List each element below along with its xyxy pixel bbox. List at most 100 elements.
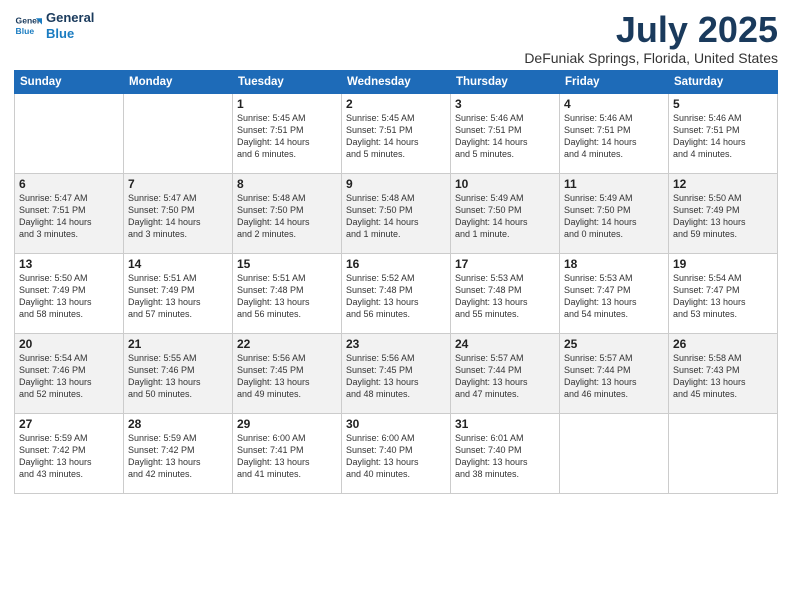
- day-info: Sunrise: 5:59 AM Sunset: 7:42 PM Dayligh…: [19, 432, 119, 481]
- calendar-cell: 29Sunrise: 6:00 AM Sunset: 7:41 PM Dayli…: [233, 413, 342, 493]
- calendar-cell: 12Sunrise: 5:50 AM Sunset: 7:49 PM Dayli…: [669, 173, 778, 253]
- calendar-week-1: 1Sunrise: 5:45 AM Sunset: 7:51 PM Daylig…: [15, 93, 778, 173]
- day-info: Sunrise: 5:57 AM Sunset: 7:44 PM Dayligh…: [564, 352, 664, 401]
- weekday-header-sunday: Sunday: [15, 70, 124, 93]
- calendar-cell: 17Sunrise: 5:53 AM Sunset: 7:48 PM Dayli…: [451, 253, 560, 333]
- calendar-cell: 22Sunrise: 5:56 AM Sunset: 7:45 PM Dayli…: [233, 333, 342, 413]
- day-number: 8: [237, 177, 337, 191]
- day-number: 25: [564, 337, 664, 351]
- day-info: Sunrise: 5:56 AM Sunset: 7:45 PM Dayligh…: [237, 352, 337, 401]
- day-info: Sunrise: 5:51 AM Sunset: 7:49 PM Dayligh…: [128, 272, 228, 321]
- calendar-cell: 27Sunrise: 5:59 AM Sunset: 7:42 PM Dayli…: [15, 413, 124, 493]
- day-info: Sunrise: 5:47 AM Sunset: 7:50 PM Dayligh…: [128, 192, 228, 241]
- calendar-cell: 16Sunrise: 5:52 AM Sunset: 7:48 PM Dayli…: [342, 253, 451, 333]
- day-info: Sunrise: 5:50 AM Sunset: 7:49 PM Dayligh…: [673, 192, 773, 241]
- svg-text:Blue: Blue: [16, 25, 35, 35]
- calendar-cell: 19Sunrise: 5:54 AM Sunset: 7:47 PM Dayli…: [669, 253, 778, 333]
- day-info: Sunrise: 5:45 AM Sunset: 7:51 PM Dayligh…: [237, 112, 337, 161]
- calendar-cell: [669, 413, 778, 493]
- day-info: Sunrise: 5:58 AM Sunset: 7:43 PM Dayligh…: [673, 352, 773, 401]
- day-number: 3: [455, 97, 555, 111]
- day-number: 31: [455, 417, 555, 431]
- calendar-cell: 15Sunrise: 5:51 AM Sunset: 7:48 PM Dayli…: [233, 253, 342, 333]
- day-number: 18: [564, 257, 664, 271]
- day-number: 27: [19, 417, 119, 431]
- day-number: 11: [564, 177, 664, 191]
- day-info: Sunrise: 5:54 AM Sunset: 7:46 PM Dayligh…: [19, 352, 119, 401]
- day-number: 1: [237, 97, 337, 111]
- calendar-week-2: 6Sunrise: 5:47 AM Sunset: 7:51 PM Daylig…: [15, 173, 778, 253]
- day-info: Sunrise: 5:48 AM Sunset: 7:50 PM Dayligh…: [346, 192, 446, 241]
- calendar-cell: 8Sunrise: 5:48 AM Sunset: 7:50 PM Daylig…: [233, 173, 342, 253]
- calendar-cell: [124, 93, 233, 173]
- day-number: 21: [128, 337, 228, 351]
- weekday-header-monday: Monday: [124, 70, 233, 93]
- calendar-cell: 4Sunrise: 5:46 AM Sunset: 7:51 PM Daylig…: [560, 93, 669, 173]
- day-number: 12: [673, 177, 773, 191]
- day-info: Sunrise: 5:53 AM Sunset: 7:48 PM Dayligh…: [455, 272, 555, 321]
- calendar-cell: 18Sunrise: 5:53 AM Sunset: 7:47 PM Dayli…: [560, 253, 669, 333]
- weekday-header-friday: Friday: [560, 70, 669, 93]
- calendar-cell: 31Sunrise: 6:01 AM Sunset: 7:40 PM Dayli…: [451, 413, 560, 493]
- day-info: Sunrise: 5:56 AM Sunset: 7:45 PM Dayligh…: [346, 352, 446, 401]
- calendar-week-3: 13Sunrise: 5:50 AM Sunset: 7:49 PM Dayli…: [15, 253, 778, 333]
- calendar-cell: 24Sunrise: 5:57 AM Sunset: 7:44 PM Dayli…: [451, 333, 560, 413]
- day-number: 6: [19, 177, 119, 191]
- weekday-header-wednesday: Wednesday: [342, 70, 451, 93]
- day-number: 15: [237, 257, 337, 271]
- day-info: Sunrise: 5:46 AM Sunset: 7:51 PM Dayligh…: [673, 112, 773, 161]
- day-number: 13: [19, 257, 119, 271]
- calendar-cell: 1Sunrise: 5:45 AM Sunset: 7:51 PM Daylig…: [233, 93, 342, 173]
- day-number: 24: [455, 337, 555, 351]
- day-number: 10: [455, 177, 555, 191]
- day-info: Sunrise: 6:00 AM Sunset: 7:40 PM Dayligh…: [346, 432, 446, 481]
- day-number: 2: [346, 97, 446, 111]
- logo-text-line1: General: [46, 10, 94, 26]
- day-info: Sunrise: 5:45 AM Sunset: 7:51 PM Dayligh…: [346, 112, 446, 161]
- calendar-week-4: 20Sunrise: 5:54 AM Sunset: 7:46 PM Dayli…: [15, 333, 778, 413]
- day-number: 26: [673, 337, 773, 351]
- day-info: Sunrise: 6:00 AM Sunset: 7:41 PM Dayligh…: [237, 432, 337, 481]
- day-number: 19: [673, 257, 773, 271]
- day-number: 29: [237, 417, 337, 431]
- weekday-header-row: SundayMondayTuesdayWednesdayThursdayFrid…: [15, 70, 778, 93]
- day-info: Sunrise: 5:46 AM Sunset: 7:51 PM Dayligh…: [455, 112, 555, 161]
- day-number: 14: [128, 257, 228, 271]
- calendar-cell: 21Sunrise: 5:55 AM Sunset: 7:46 PM Dayli…: [124, 333, 233, 413]
- day-info: Sunrise: 5:49 AM Sunset: 7:50 PM Dayligh…: [455, 192, 555, 241]
- weekday-header-tuesday: Tuesday: [233, 70, 342, 93]
- day-number: 22: [237, 337, 337, 351]
- calendar-cell: 20Sunrise: 5:54 AM Sunset: 7:46 PM Dayli…: [15, 333, 124, 413]
- calendar-week-5: 27Sunrise: 5:59 AM Sunset: 7:42 PM Dayli…: [15, 413, 778, 493]
- calendar-cell: 5Sunrise: 5:46 AM Sunset: 7:51 PM Daylig…: [669, 93, 778, 173]
- day-number: 16: [346, 257, 446, 271]
- calendar-cell: 11Sunrise: 5:49 AM Sunset: 7:50 PM Dayli…: [560, 173, 669, 253]
- weekday-header-thursday: Thursday: [451, 70, 560, 93]
- day-number: 9: [346, 177, 446, 191]
- month-title: July 2025: [524, 10, 778, 50]
- calendar-cell: 7Sunrise: 5:47 AM Sunset: 7:50 PM Daylig…: [124, 173, 233, 253]
- calendar-cell: 28Sunrise: 5:59 AM Sunset: 7:42 PM Dayli…: [124, 413, 233, 493]
- calendar-cell: 6Sunrise: 5:47 AM Sunset: 7:51 PM Daylig…: [15, 173, 124, 253]
- day-info: Sunrise: 5:49 AM Sunset: 7:50 PM Dayligh…: [564, 192, 664, 241]
- day-info: Sunrise: 5:48 AM Sunset: 7:50 PM Dayligh…: [237, 192, 337, 241]
- day-info: Sunrise: 5:47 AM Sunset: 7:51 PM Dayligh…: [19, 192, 119, 241]
- day-info: Sunrise: 6:01 AM Sunset: 7:40 PM Dayligh…: [455, 432, 555, 481]
- day-info: Sunrise: 5:54 AM Sunset: 7:47 PM Dayligh…: [673, 272, 773, 321]
- day-number: 23: [346, 337, 446, 351]
- day-info: Sunrise: 5:59 AM Sunset: 7:42 PM Dayligh…: [128, 432, 228, 481]
- calendar-cell: 13Sunrise: 5:50 AM Sunset: 7:49 PM Dayli…: [15, 253, 124, 333]
- day-info: Sunrise: 5:46 AM Sunset: 7:51 PM Dayligh…: [564, 112, 664, 161]
- day-info: Sunrise: 5:53 AM Sunset: 7:47 PM Dayligh…: [564, 272, 664, 321]
- day-info: Sunrise: 5:50 AM Sunset: 7:49 PM Dayligh…: [19, 272, 119, 321]
- calendar-cell: 3Sunrise: 5:46 AM Sunset: 7:51 PM Daylig…: [451, 93, 560, 173]
- day-number: 30: [346, 417, 446, 431]
- calendar-body: 1Sunrise: 5:45 AM Sunset: 7:51 PM Daylig…: [15, 93, 778, 493]
- day-number: 4: [564, 97, 664, 111]
- calendar-cell: 25Sunrise: 5:57 AM Sunset: 7:44 PM Dayli…: [560, 333, 669, 413]
- calendar-cell: 10Sunrise: 5:49 AM Sunset: 7:50 PM Dayli…: [451, 173, 560, 253]
- weekday-header-saturday: Saturday: [669, 70, 778, 93]
- calendar-cell: 2Sunrise: 5:45 AM Sunset: 7:51 PM Daylig…: [342, 93, 451, 173]
- title-block: July 2025 DeFuniak Springs, Florida, Uni…: [524, 10, 778, 66]
- day-number: 28: [128, 417, 228, 431]
